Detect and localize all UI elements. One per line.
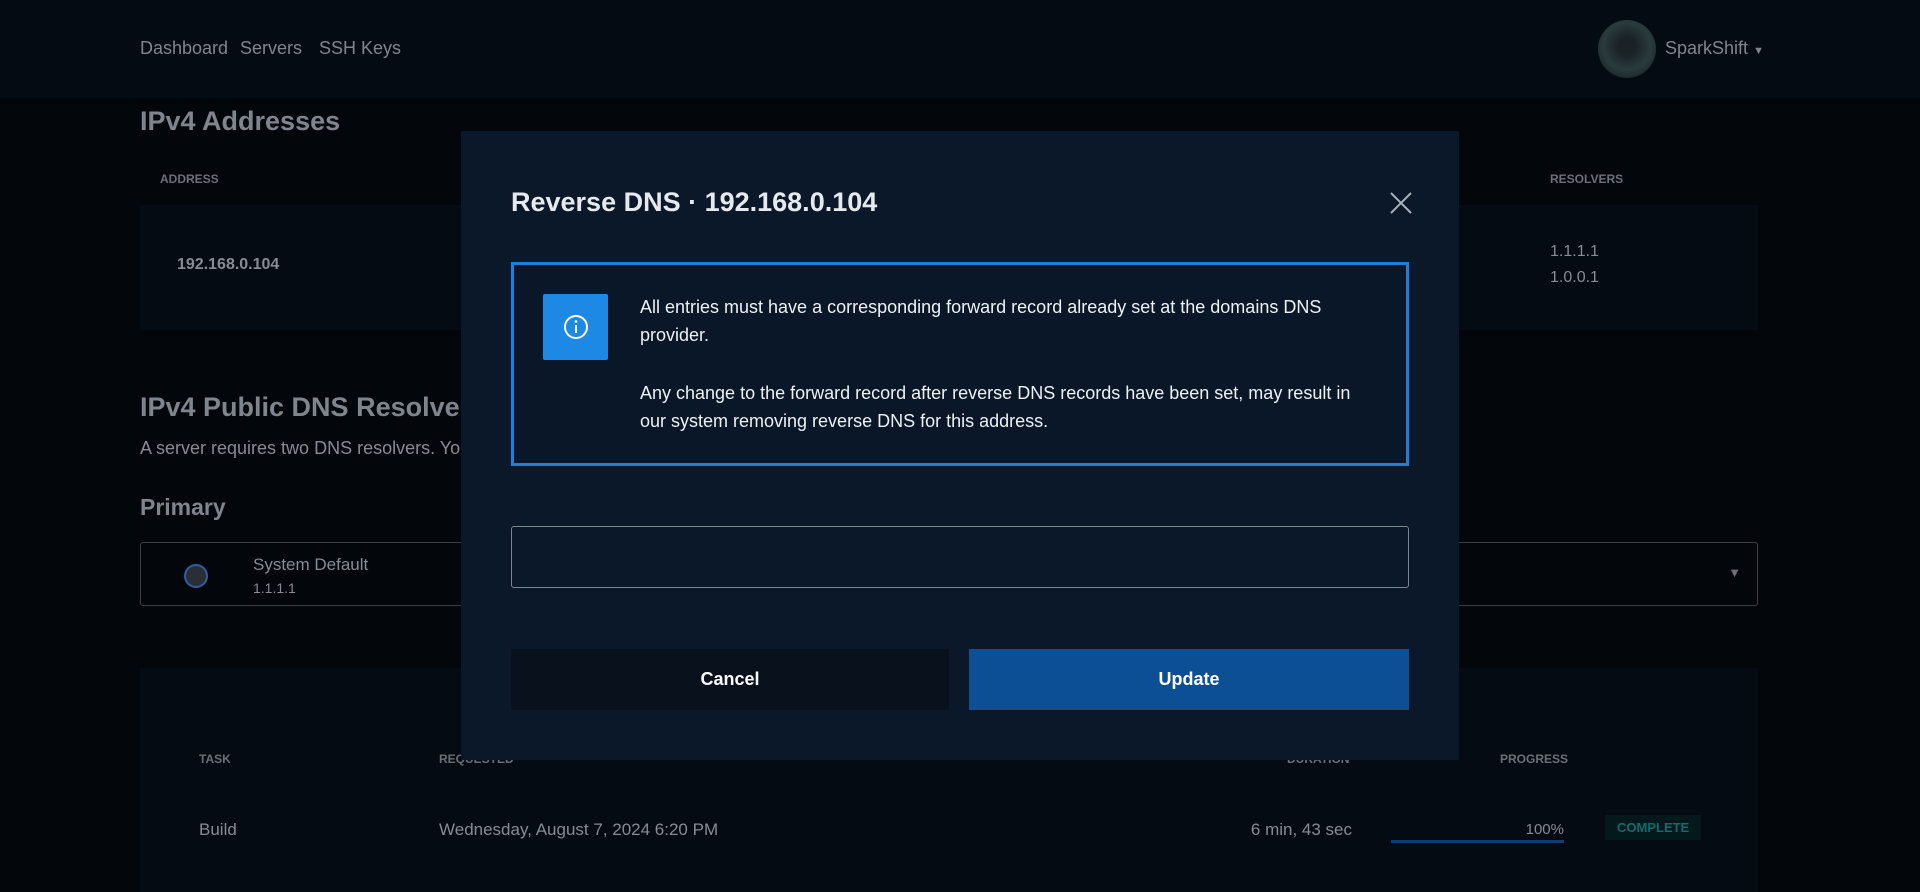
user-name: SparkShift: [1665, 38, 1749, 58]
task-progress-label: 100%: [1525, 821, 1564, 838]
avatar[interactable]: [1598, 20, 1656, 78]
header-address: ADDRESS: [160, 172, 219, 186]
address-value: 192.168.0.104: [177, 256, 280, 273]
user-menu[interactable]: SparkShift ▼: [1665, 38, 1764, 59]
top-nav: Dashboard Servers SSH Keys SparkShift ▼: [0, 0, 1920, 98]
cancel-button[interactable]: Cancel: [511, 649, 949, 710]
header-resolvers: RESOLVERS: [1550, 172, 1624, 186]
header-progress: PROGRESS: [1500, 752, 1569, 766]
reverse-dns-input[interactable]: [511, 526, 1409, 588]
nav-servers[interactable]: Servers: [240, 38, 302, 59]
task-duration: 6 min, 43 sec: [1250, 820, 1352, 839]
nav-dashboard[interactable]: Dashboard: [140, 38, 228, 59]
select-name: System Default: [253, 555, 369, 574]
info-text-2: Any change to the forward record after r…: [640, 383, 1351, 431]
nav-ssh-keys[interactable]: SSH Keys: [319, 38, 401, 59]
update-button[interactable]: Update: [969, 649, 1409, 710]
system-default-icon: [184, 564, 208, 588]
primary-label: Primary: [140, 494, 226, 520]
modal-title: Reverse DNS · 192.168.0.104: [511, 187, 878, 217]
info-text-1: All entries must have a corresponding fo…: [640, 297, 1322, 345]
task-name: Build: [199, 820, 237, 839]
reverse-dns-modal: Reverse DNS · 192.168.0.104 All entries …: [461, 131, 1459, 760]
dns-subtitle: A server requires two DNS resolvers. Yo: [140, 438, 461, 458]
close-icon[interactable]: [1387, 189, 1415, 217]
progress-fill: [1391, 840, 1564, 843]
ipv4-title: IPv4 Addresses: [140, 106, 341, 136]
task-requested: Wednesday, August 7, 2024 6:20 PM: [439, 820, 719, 839]
select-value: 1.1.1.1: [253, 580, 296, 596]
resolver-2: 1.0.0.1: [1550, 269, 1599, 286]
progress-bar: [1391, 840, 1564, 843]
chevron-down-icon: ▼: [1728, 565, 1741, 580]
caret-down-icon: ▼: [1753, 45, 1764, 57]
info-icon: [543, 294, 608, 360]
info-alert: All entries must have a corresponding fo…: [511, 262, 1409, 466]
status-badge: COMPLETE: [1605, 815, 1702, 840]
header-task: TASK: [199, 752, 231, 766]
dns-title: IPv4 Public DNS Resolvers: [140, 392, 486, 422]
resolver-1: 1.1.1.1: [1550, 243, 1599, 260]
